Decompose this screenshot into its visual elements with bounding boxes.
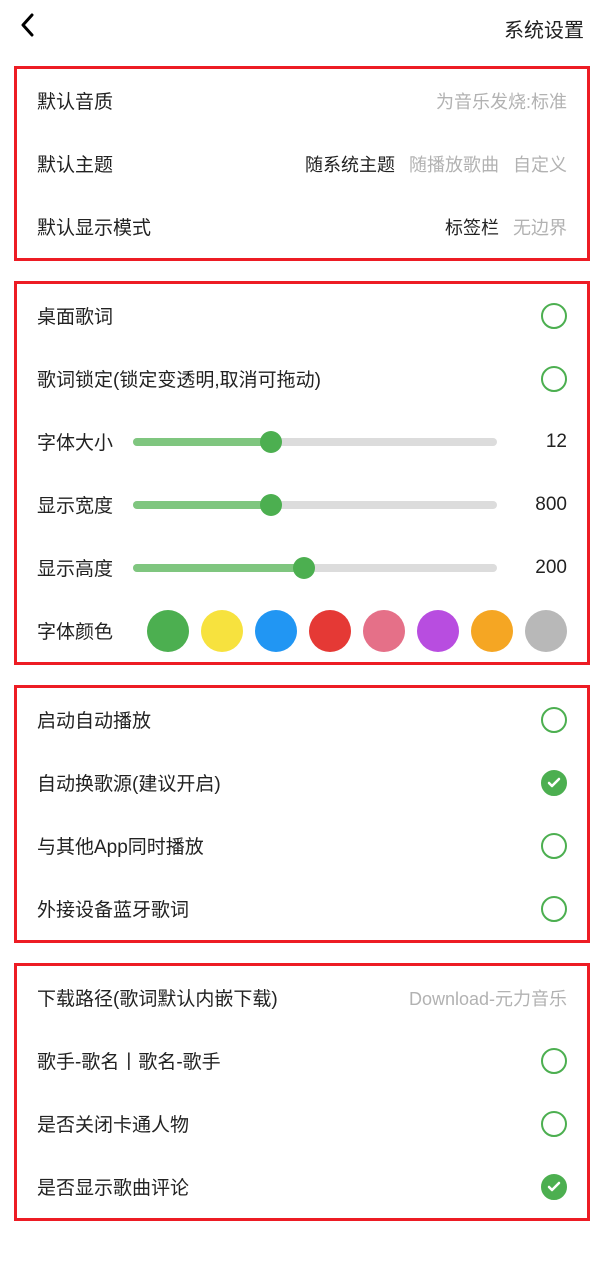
theme-opt-system[interactable]: 随系统主题 (305, 151, 395, 177)
value-height: 200 (517, 557, 567, 579)
display-options: 标签栏 无边界 (445, 214, 567, 240)
value-quality: 为音乐发烧:标准 (436, 88, 567, 114)
radio-name-format[interactable] (541, 1048, 567, 1074)
row-download-path[interactable]: 下载路径(歌词默认内嵌下载) Download-元力音乐 (37, 966, 567, 1029)
radio-desktop-lyrics[interactable] (541, 303, 567, 329)
label-quality: 默认音质 (37, 87, 113, 114)
label-autoplay: 启动自动播放 (37, 706, 151, 733)
label-lock-lyrics: 歌词锁定(锁定变透明,取消可拖动) (37, 365, 321, 392)
row-autoplay[interactable]: 启动自动播放 (37, 688, 567, 751)
radio-bt-lyrics[interactable] (541, 896, 567, 922)
row-bt-lyrics[interactable]: 外接设备蓝牙歌词 (37, 877, 567, 940)
swatch-pink[interactable] (363, 610, 405, 652)
row-font-size: 字体大小 12 (37, 410, 567, 473)
row-lock-lyrics[interactable]: 歌词锁定(锁定变透明,取消可拖动) (37, 347, 567, 410)
row-height: 显示高度 200 (37, 536, 567, 599)
row-desktop-lyrics[interactable]: 桌面歌词 (37, 284, 567, 347)
swatch-yellow[interactable] (201, 610, 243, 652)
display-opt-tab[interactable]: 标签栏 (445, 214, 499, 240)
header: 系统设置 (0, 0, 604, 56)
label-width: 显示宽度 (37, 491, 113, 518)
radio-autoplay[interactable] (541, 707, 567, 733)
display-opt-borderless[interactable]: 无边界 (513, 214, 567, 240)
theme-opt-playing[interactable]: 随播放歌曲 (409, 151, 499, 177)
row-show-comments[interactable]: 是否显示歌曲评论 (37, 1155, 567, 1218)
color-swatches (147, 610, 567, 652)
label-show-comments: 是否显示歌曲评论 (37, 1173, 189, 1200)
section-playback: 启动自动播放 自动换歌源(建议开启) 与其他App同时播放 外接设备蓝牙歌词 (14, 685, 590, 943)
swatch-green[interactable] (147, 610, 189, 652)
slider-font-size[interactable] (133, 438, 497, 446)
row-name-format[interactable]: 歌手-歌名丨歌名-歌手 (37, 1029, 567, 1092)
section-defaults: 默认音质 为音乐发烧:标准 默认主题 随系统主题 随播放歌曲 自定义 默认显示模… (14, 66, 590, 261)
label-name-format: 歌手-歌名丨歌名-歌手 (37, 1047, 221, 1074)
label-simultaneous: 与其他App同时播放 (37, 832, 204, 859)
slider-width[interactable] (133, 501, 497, 509)
slider-height[interactable] (133, 564, 497, 572)
swatch-gray[interactable] (525, 610, 567, 652)
row-display-mode: 默认显示模式 标签栏 无边界 (37, 195, 567, 258)
swatch-orange[interactable] (471, 610, 513, 652)
label-bt-lyrics: 外接设备蓝牙歌词 (37, 895, 189, 922)
page-title: 系统设置 (504, 14, 584, 43)
row-font-color: 字体颜色 (37, 599, 567, 662)
row-default-theme: 默认主题 随系统主题 随播放歌曲 自定义 (37, 132, 567, 195)
label-display: 默认显示模式 (37, 213, 151, 240)
label-theme: 默认主题 (37, 150, 113, 177)
radio-lock-lyrics[interactable] (541, 366, 567, 392)
label-auto-source: 自动换歌源(建议开启) (37, 769, 221, 796)
back-icon[interactable] (20, 13, 36, 44)
value-width: 800 (517, 494, 567, 516)
label-desktop-lyrics: 桌面歌词 (37, 302, 113, 329)
label-close-cartoon: 是否关闭卡通人物 (37, 1110, 189, 1137)
label-download-path: 下载路径(歌词默认内嵌下载) (37, 984, 278, 1011)
radio-close-cartoon[interactable] (541, 1111, 567, 1137)
value-font-size: 12 (517, 431, 567, 453)
label-height: 显示高度 (37, 554, 113, 581)
section-lyrics: 桌面歌词 歌词锁定(锁定变透明,取消可拖动) 字体大小 12 显示宽度 800 … (14, 281, 590, 665)
label-font-color: 字体颜色 (37, 617, 113, 644)
swatch-blue[interactable] (255, 610, 297, 652)
swatch-purple[interactable] (417, 610, 459, 652)
theme-opt-custom[interactable]: 自定义 (513, 151, 567, 177)
row-simultaneous[interactable]: 与其他App同时播放 (37, 814, 567, 877)
row-default-quality[interactable]: 默认音质 为音乐发烧:标准 (37, 69, 567, 132)
row-width: 显示宽度 800 (37, 473, 567, 536)
section-download: 下载路径(歌词默认内嵌下载) Download-元力音乐 歌手-歌名丨歌名-歌手… (14, 963, 590, 1221)
radio-auto-source[interactable] (541, 770, 567, 796)
value-download-path: Download-元力音乐 (409, 985, 567, 1011)
label-font-size: 字体大小 (37, 428, 113, 455)
row-auto-source[interactable]: 自动换歌源(建议开启) (37, 751, 567, 814)
radio-show-comments[interactable] (541, 1174, 567, 1200)
swatch-red[interactable] (309, 610, 351, 652)
row-close-cartoon[interactable]: 是否关闭卡通人物 (37, 1092, 567, 1155)
theme-options: 随系统主题 随播放歌曲 自定义 (305, 151, 567, 177)
radio-simultaneous[interactable] (541, 833, 567, 859)
